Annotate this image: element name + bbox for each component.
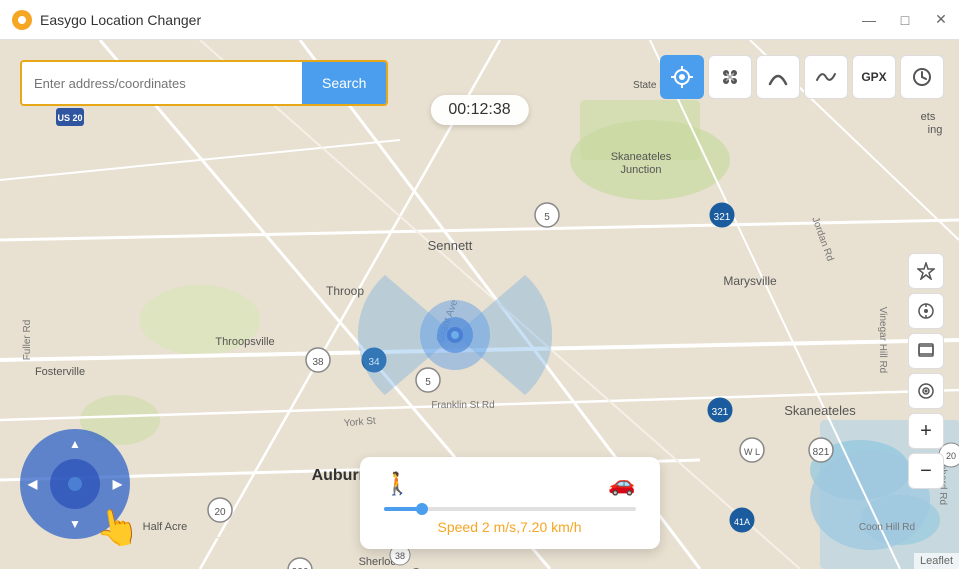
svg-text:321: 321: [712, 407, 729, 418]
svg-text:ing: ing: [928, 124, 943, 136]
joystick[interactable]: ▲ ▼ ◀ ▶ 👆: [20, 429, 130, 539]
location-pulse: [375, 255, 535, 415]
svg-text:US 20: US 20: [57, 113, 82, 123]
window-controls: — □ ✕: [851, 0, 959, 40]
target-button[interactable]: [908, 373, 944, 409]
svg-text:Marysville: Marysville: [723, 274, 777, 288]
zoom-out-button[interactable]: −: [908, 453, 944, 489]
leaflet-credit[interactable]: Leaflet: [914, 553, 959, 569]
svg-text:Coon Hill Rd: Coon Hill Rd: [859, 522, 915, 533]
svg-text:Vinegar Hill Rd: Vinegar Hill Rd: [877, 307, 888, 374]
gpx-button[interactable]: GPX: [852, 55, 896, 99]
svg-text:ets: ets: [921, 111, 936, 123]
multi-point-button[interactable]: [708, 55, 752, 99]
joystick-down-arrow[interactable]: ▼: [69, 517, 81, 531]
right-controls: + −: [908, 253, 944, 489]
svg-text:5: 5: [544, 212, 550, 223]
svg-text:Junction: Junction: [621, 164, 662, 176]
speed-text: Speed 2 m/s,7.20 km/h: [384, 519, 636, 535]
joystick-up-arrow[interactable]: ▲: [69, 437, 81, 451]
search-button[interactable]: Search: [302, 62, 386, 104]
speed-label: Speed: [438, 519, 478, 535]
svg-text:41A: 41A: [734, 517, 750, 527]
joystick-right-arrow[interactable]: ▶: [113, 477, 122, 491]
svg-text:W L: W L: [744, 447, 760, 457]
route-mode-1-button[interactable]: [756, 55, 800, 99]
joystick-center: [50, 459, 100, 509]
toolbar: GPX: [660, 55, 944, 99]
speed-icons: 🚶 🚗: [384, 471, 636, 497]
joystick-left-arrow[interactable]: ◀: [28, 477, 37, 491]
compass-button[interactable]: [908, 293, 944, 329]
svg-text:20: 20: [946, 451, 956, 461]
svg-text:38: 38: [395, 551, 405, 561]
history-button[interactable]: [900, 55, 944, 99]
close-button[interactable]: ✕: [923, 0, 959, 40]
svg-text:20: 20: [214, 507, 226, 518]
speed-slider-container[interactable]: [384, 507, 636, 511]
svg-text:Throopsville: Throopsville: [215, 336, 274, 348]
titlebar: Easygo Location Changer — □ ✕: [0, 0, 959, 40]
app-title: Easygo Location Changer: [40, 12, 851, 28]
route-mode-2-button[interactable]: [804, 55, 848, 99]
svg-text:Fosterville: Fosterville: [35, 366, 85, 378]
svg-text:Half Acre: Half Acre: [143, 521, 188, 533]
app-icon: [12, 10, 32, 30]
speed-value: 2 m/s,7.20 km/h: [482, 519, 582, 535]
zoom-in-button[interactable]: +: [908, 413, 944, 449]
cursor-hand-icon: 👆: [92, 503, 143, 552]
search-bar: Search: [20, 60, 388, 106]
search-input[interactable]: [22, 62, 302, 104]
svg-text:321: 321: [714, 212, 731, 223]
joystick-dot: [68, 477, 82, 491]
speed-slider-thumb[interactable]: [416, 503, 428, 515]
star-button[interactable]: [908, 253, 944, 289]
layers-button[interactable]: [908, 333, 944, 369]
map-area: 38 5 38 34 5 321 321 Skaneateles Junctio…: [0, 40, 959, 569]
car-icon: 🚗: [608, 471, 635, 497]
svg-text:821: 821: [813, 447, 830, 458]
svg-text:Skaneateles: Skaneateles: [784, 403, 856, 418]
svg-text:Skaneateles: Skaneateles: [611, 151, 672, 163]
svg-text:38: 38: [312, 357, 324, 368]
speed-slider-track: [384, 507, 636, 511]
svg-text:Fuller Rd: Fuller Rd: [22, 320, 33, 361]
location-mode-button[interactable]: [660, 55, 704, 99]
walk-icon: 🚶: [384, 471, 411, 497]
maximize-button[interactable]: □: [887, 0, 923, 40]
minimize-button[interactable]: —: [851, 0, 887, 40]
speed-panel: 🚶 🚗 Speed 2 m/s,7.20 km/h: [360, 457, 660, 549]
timer-display: 00:12:38: [430, 95, 528, 125]
